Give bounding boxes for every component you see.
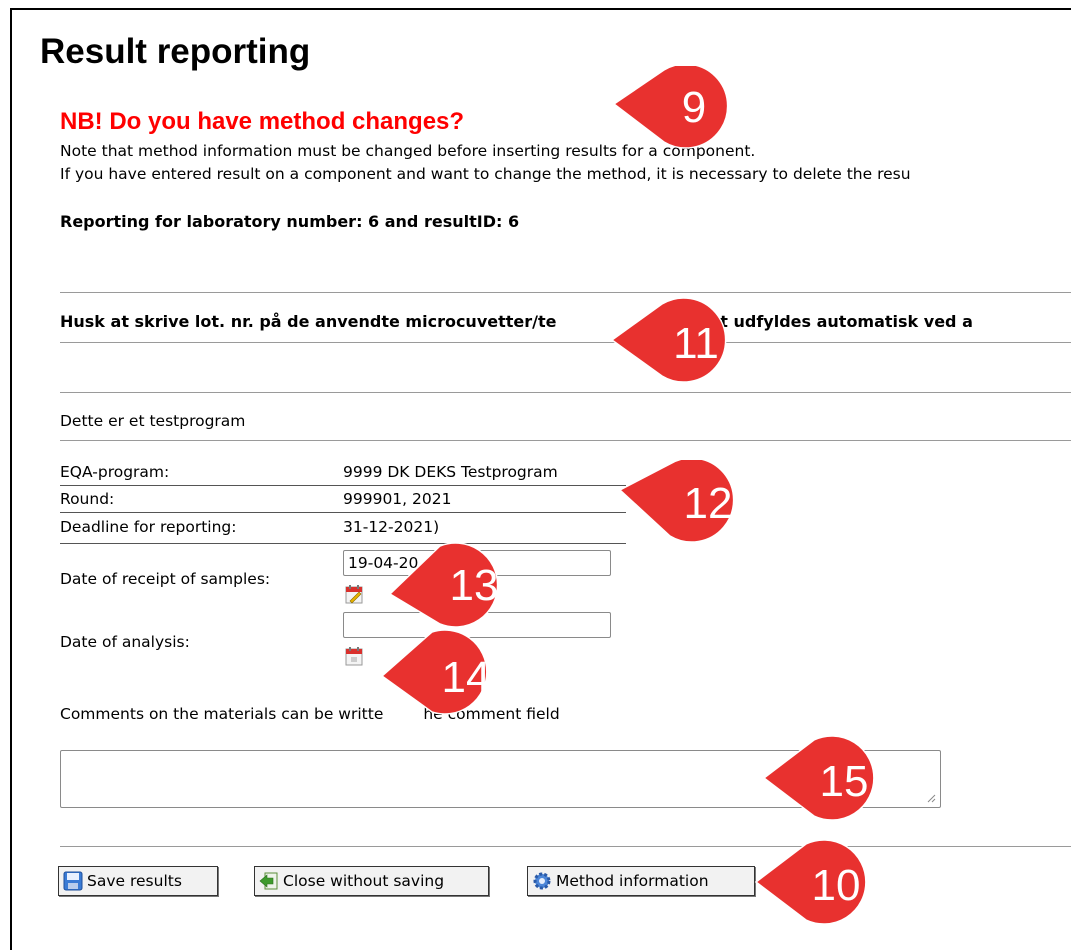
- calendar-icon[interactable]: [345, 646, 363, 666]
- test-program-note: Dette er et testprogram: [60, 412, 246, 430]
- close-arrow-icon: [259, 872, 278, 890]
- method-change-warning: NB! Do you have method changes?: [60, 108, 465, 135]
- close-without-saving-label: Close without saving: [283, 872, 445, 890]
- callout-marker-14: 14: [380, 629, 491, 715]
- row-separator: [60, 485, 626, 486]
- method-information-button[interactable]: Method information: [527, 866, 755, 896]
- lot-number-reminder: Husk at skrive lot. nr. på de anvendte m…: [60, 312, 973, 331]
- receipt-date-label: Date of receipt of samples:: [60, 570, 271, 588]
- method-information-label: Method information: [556, 872, 709, 890]
- save-results-button[interactable]: Save results: [58, 866, 218, 896]
- round-value: 999901, 2021: [343, 490, 452, 508]
- comments-label-start: Comments on the materials can be writte: [60, 705, 384, 723]
- method-note-line-2: If you have entered result on a componen…: [60, 165, 911, 183]
- svg-text:10: 10: [812, 861, 861, 910]
- callout-marker-10: 10: [754, 839, 867, 925]
- divider: [60, 392, 1071, 393]
- eqa-program-label: EQA-program:: [60, 463, 170, 481]
- analysis-date-label: Date of analysis:: [60, 633, 190, 651]
- svg-text:12: 12: [684, 479, 733, 528]
- row-separator: [60, 512, 626, 513]
- divider: [60, 440, 1071, 441]
- lot-number-reminder-text: Husk at skrive lot. nr. på de anvendte m…: [60, 312, 557, 331]
- page-title: Result reporting: [40, 32, 311, 71]
- gear-icon: [533, 872, 551, 890]
- divider: [60, 342, 1071, 343]
- deadline-value: 31-12-2021): [343, 518, 440, 536]
- callout-marker-15: 15: [762, 736, 875, 821]
- callout-marker-11: 11: [610, 298, 727, 383]
- row-separator: [60, 543, 626, 544]
- calendar-edit-icon[interactable]: [345, 584, 363, 604]
- resize-grip-icon[interactable]: [926, 793, 936, 803]
- save-results-label: Save results: [87, 872, 182, 890]
- callout-marker-12: 12: [618, 460, 735, 543]
- svg-text:9: 9: [682, 83, 706, 132]
- close-without-saving-button[interactable]: Close without saving: [254, 866, 489, 896]
- round-label: Round:: [60, 490, 115, 508]
- svg-text:14: 14: [442, 653, 491, 702]
- svg-text:13: 13: [450, 561, 499, 610]
- svg-text:11: 11: [673, 319, 719, 368]
- callout-marker-13: 13: [388, 542, 499, 628]
- svg-text:15: 15: [820, 757, 869, 806]
- reporting-info: Reporting for laboratory number: 6 and r…: [60, 212, 520, 231]
- divider: [60, 292, 1071, 293]
- divider: [60, 846, 1071, 847]
- deadline-label: Deadline for reporting:: [60, 518, 237, 536]
- callout-marker-9: 9: [612, 66, 729, 149]
- save-disk-icon: [63, 871, 83, 891]
- eqa-program-value: 9999 DK DEKS Testprogram: [343, 463, 558, 481]
